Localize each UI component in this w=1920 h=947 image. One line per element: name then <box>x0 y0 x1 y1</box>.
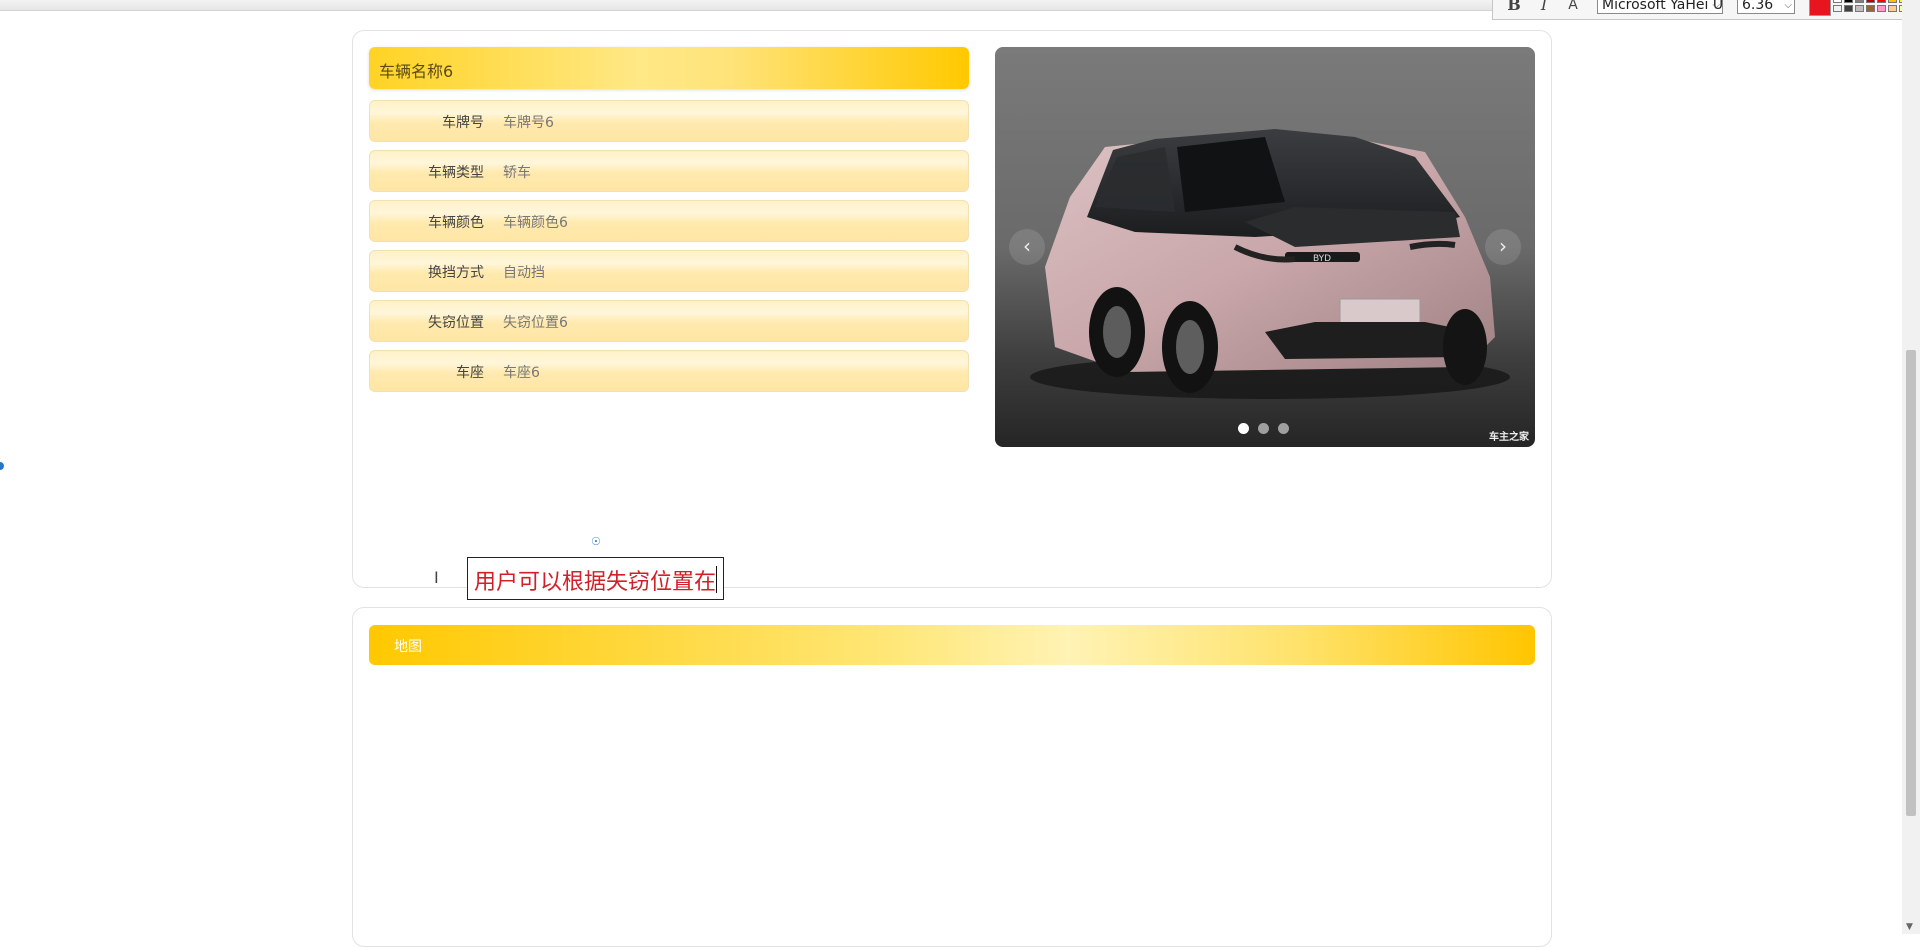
browser-top-edge <box>0 0 1492 11</box>
info-label: 失窃位置 <box>428 315 484 331</box>
info-label: 车牌号 <box>442 115 484 131</box>
font-family-select[interactable]: Microsoft YaHei UI ⌵ <box>1597 0 1723 14</box>
text-caret <box>716 566 717 593</box>
brand-badge: BYD <box>1313 254 1331 264</box>
carousel-indicators <box>1238 423 1298 435</box>
info-row-seat: 车座 车座6 <box>369 350 969 392</box>
image-watermark: 车主之家 <box>1489 432 1529 443</box>
palette-color-swatch[interactable] <box>1833 0 1842 3</box>
text-format-toolbar: B I A Microsoft YaHei UI ⌵ 6.36 ⌵ <box>1492 0 1920 20</box>
resize-handle-left[interactable] <box>0 462 4 470</box>
palette-color-swatch[interactable] <box>1877 5 1886 12</box>
text-cursor-icon: I <box>434 568 439 587</box>
info-value: 车辆颜色6 <box>503 215 568 231</box>
vehicle-name: 车辆名称6 <box>379 62 454 81</box>
info-row-plate: 车牌号 车牌号6 <box>369 100 969 142</box>
vehicle-image-carousel[interactable]: BYD ‹ › 车主之家 <box>995 47 1535 447</box>
carousel-dot-1[interactable] <box>1238 423 1249 434</box>
palette-color-swatch[interactable] <box>1833 5 1842 12</box>
info-value: 车座6 <box>503 365 540 381</box>
chevron-down-icon: ⌵ <box>1712 0 1720 11</box>
annotation-textbox[interactable]: 用户可以根据失窃位置在 <box>467 557 724 600</box>
carousel-next-button[interactable]: › <box>1485 229 1521 265</box>
palette-color-swatch[interactable] <box>1866 0 1875 3</box>
palette-color-swatch[interactable] <box>1844 0 1853 3</box>
info-value: 失窃位置6 <box>503 315 568 331</box>
palette-color-swatch[interactable] <box>1888 5 1897 12</box>
bold-button[interactable]: B <box>1503 0 1525 14</box>
rotate-handle-icon[interactable]: ☉ <box>591 535 601 548</box>
info-label: 车辆颜色 <box>428 215 484 231</box>
italic-button[interactable]: I <box>1533 0 1555 14</box>
palette-color-swatch[interactable] <box>1855 0 1864 3</box>
page: B I A Microsoft YaHei UI ⌵ 6.36 ⌵ 车辆名称6 … <box>0 0 1920 947</box>
palette-color-swatch[interactable] <box>1844 5 1853 12</box>
font-size-select[interactable]: 6.36 ⌵ <box>1737 0 1795 14</box>
info-label: 车辆类型 <box>428 165 484 181</box>
scroll-down-arrow-icon[interactable]: ▼ <box>1906 922 1913 932</box>
vehicle-name-header: 车辆名称6 <box>369 47 969 89</box>
info-row-type: 车辆类型 轿车 <box>369 150 969 192</box>
outline-text-button[interactable]: A <box>1562 0 1584 14</box>
chevron-down-icon: ⌵ <box>1784 0 1792 11</box>
carousel-dot-3[interactable] <box>1278 423 1289 434</box>
carousel-dot-2[interactable] <box>1258 423 1269 434</box>
font-family-value: Microsoft YaHei UI <box>1602 0 1723 13</box>
current-color-swatch[interactable] <box>1809 0 1831 16</box>
info-row-theft-location: 失窃位置 失窃位置6 <box>369 300 969 342</box>
palette-color-swatch[interactable] <box>1888 0 1897 3</box>
info-value: 自动挡 <box>503 265 545 281</box>
info-label: 换挡方式 <box>428 265 484 281</box>
palette-color-swatch[interactable] <box>1855 5 1864 12</box>
info-value: 轿车 <box>503 165 531 181</box>
info-value: 车牌号6 <box>503 115 554 131</box>
carousel-prev-button[interactable]: ‹ <box>1009 229 1045 265</box>
map-header: 地图 <box>369 625 1535 665</box>
scrollbar-thumb[interactable] <box>1906 350 1916 816</box>
info-row-transmission: 换挡方式 自动挡 <box>369 250 969 292</box>
annotation-text: 用户可以根据失窃位置在 <box>474 570 717 595</box>
car-photo: BYD <box>1030 129 1510 399</box>
palette-color-swatch[interactable] <box>1866 5 1875 12</box>
vertical-scrollbar[interactable]: ▼ <box>1902 0 1920 934</box>
info-row-color: 车辆颜色 车辆颜色6 <box>369 200 969 242</box>
map-title: 地图 <box>394 639 422 655</box>
palette-color-swatch[interactable] <box>1877 0 1886 3</box>
info-label: 车座 <box>456 365 484 381</box>
font-size-value: 6.36 <box>1742 0 1774 13</box>
